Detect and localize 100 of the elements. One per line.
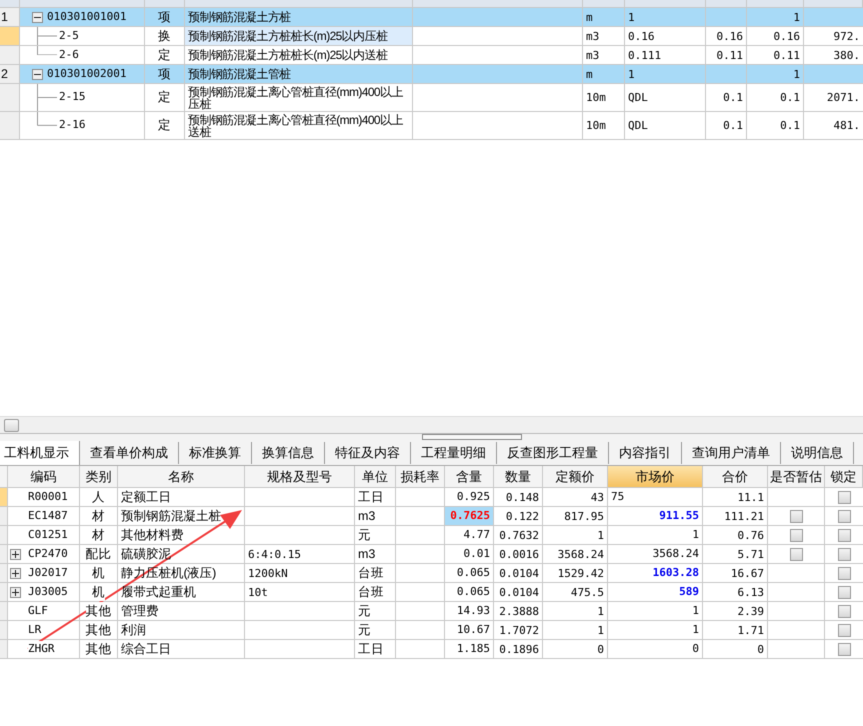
checkbox[interactable] — [838, 510, 850, 522]
horizontal-scrollbar[interactable] — [0, 416, 863, 433]
cell-value: 0.1 — [780, 91, 800, 104]
quota-price-text: 1 — [597, 624, 604, 636]
total-text: 0 — [757, 642, 764, 656]
type-text: 配比 — [86, 545, 112, 563]
expression-text: 1 — [628, 68, 635, 80]
total-text: 111.21 — [724, 510, 764, 522]
unit-text: 元 — [358, 624, 371, 636]
total-text: 11.1 — [738, 490, 764, 504]
checkbox[interactable] — [838, 624, 850, 636]
checkbox[interactable] — [790, 528, 802, 542]
quota-price-text: 1529.42 — [558, 566, 604, 580]
type-text: 定 — [158, 89, 171, 106]
cell-value: 481. — [834, 119, 860, 132]
quantity-text: 0.0104 — [499, 586, 539, 598]
code-text: 2-6 — [58, 46, 79, 63]
type-text: 其他 — [86, 640, 112, 658]
quantity-text: 0.122 — [506, 510, 539, 522]
checkbox[interactable] — [838, 604, 850, 618]
row-number: 2 — [0, 66, 8, 83]
market-price-text: 1 — [692, 526, 699, 543]
quantity-text: 2.3888 — [499, 604, 539, 618]
expand-icon[interactable] — [10, 586, 21, 598]
cell-value: 0.16 — [716, 30, 743, 42]
cell-value: 972. — [834, 30, 860, 42]
checkbox[interactable] — [838, 642, 850, 656]
scrollbar-thumb[interactable] — [4, 418, 19, 432]
unit-text: 工日 — [358, 490, 384, 504]
name-text: 履带式起重机 — [121, 586, 196, 598]
content-text: 4.77 — [464, 526, 490, 543]
content-text: 0.925 — [456, 488, 490, 505]
name-text: 综合工日 — [121, 642, 171, 656]
quantity-text: 0.1896 — [499, 642, 539, 656]
content-text: 0.065 — [456, 584, 490, 600]
type-text: 项 — [158, 66, 171, 83]
row-number: 1 — [0, 8, 8, 26]
splitter-handle[interactable] — [422, 434, 522, 440]
content-text: 0.065 — [456, 564, 490, 581]
name-text: 预制钢筋混凝土方桩桩长(m)25以内压桩 — [188, 30, 388, 42]
quantity-text: 0.0104 — [499, 566, 539, 580]
unit-text: m3 — [358, 548, 376, 560]
content-text: 14.93 — [456, 602, 490, 619]
name-text: 硫磺胶泥 — [121, 548, 171, 560]
type-text: 其他 — [86, 621, 112, 639]
expand-icon[interactable] — [10, 568, 21, 578]
type-text: 机 — [92, 583, 105, 601]
market-price-text: 1603.28 — [652, 564, 699, 581]
unit-text: 元 — [358, 604, 371, 618]
market-price-text: 911.55 — [659, 508, 699, 524]
checkbox[interactable] — [838, 548, 850, 560]
checkbox[interactable] — [790, 510, 802, 522]
expression-text: 0.111 — [628, 48, 662, 62]
market-price-text: 0 — [692, 640, 699, 657]
name-text: 管理费 — [121, 604, 158, 618]
cell-value: 0.1 — [780, 119, 800, 132]
checkbox[interactable] — [838, 586, 850, 598]
type-text: 项 — [158, 8, 171, 26]
total-text: 2.39 — [738, 604, 764, 618]
content-text: 0.01 — [464, 546, 490, 562]
quantity-text: 0.148 — [506, 490, 539, 504]
column-header[interactable]: 市场价 — [608, 466, 703, 488]
cell-value: 1 — [793, 68, 800, 80]
spec-text: 6:4:0.15 — [248, 548, 301, 560]
quota-price-text: 475.5 — [570, 586, 604, 598]
quota-price-text: 43 — [590, 490, 604, 504]
market-price-text: 589 — [679, 584, 699, 600]
content-text: 0.7625 — [450, 508, 490, 524]
quota-price-text: 1 — [597, 604, 604, 618]
unit-text: m — [586, 68, 593, 80]
checkbox[interactable] — [790, 548, 802, 560]
type-text: 定 — [158, 46, 171, 64]
unit-text: 10m — [586, 119, 606, 132]
checkbox[interactable] — [838, 490, 850, 504]
checkbox[interactable] — [838, 566, 850, 580]
code-text: 2-15 — [58, 89, 86, 106]
expand-icon[interactable] — [10, 548, 21, 560]
cell-value: 2071. — [826, 91, 860, 104]
unit-text: 台班 — [358, 566, 384, 580]
market-price-text: 1 — [692, 602, 699, 619]
unit-text: m3 — [358, 510, 376, 522]
type-text: 换 — [158, 28, 171, 45]
cell-value: 380. — [834, 48, 860, 62]
quota-price-text: 1 — [597, 528, 604, 542]
total-text: 5.71 — [738, 548, 764, 560]
expression-text: QDL — [628, 119, 648, 132]
type-text: 材 — [92, 526, 105, 544]
checkbox[interactable] — [838, 528, 850, 542]
name-text: 静力压桩机(液压) — [121, 566, 216, 580]
price-input[interactable]: 75 — [611, 488, 624, 506]
tab[interactable]: 工料机显示 — [0, 441, 80, 465]
collapse-icon[interactable] — [32, 68, 43, 80]
cell-value: 0.1 — [723, 91, 743, 104]
name-text: 预制钢筋混凝土方桩桩长(m)25以内送桩 — [188, 49, 388, 61]
collapse-icon[interactable] — [32, 12, 43, 22]
quota-price-text: 0 — [597, 642, 604, 656]
cell-value: 0.11 — [774, 48, 800, 62]
unit-text: 工日 — [358, 642, 384, 656]
name-text: 预制钢筋混凝土桩 — [121, 510, 221, 522]
expression-text: QDL — [628, 91, 648, 104]
